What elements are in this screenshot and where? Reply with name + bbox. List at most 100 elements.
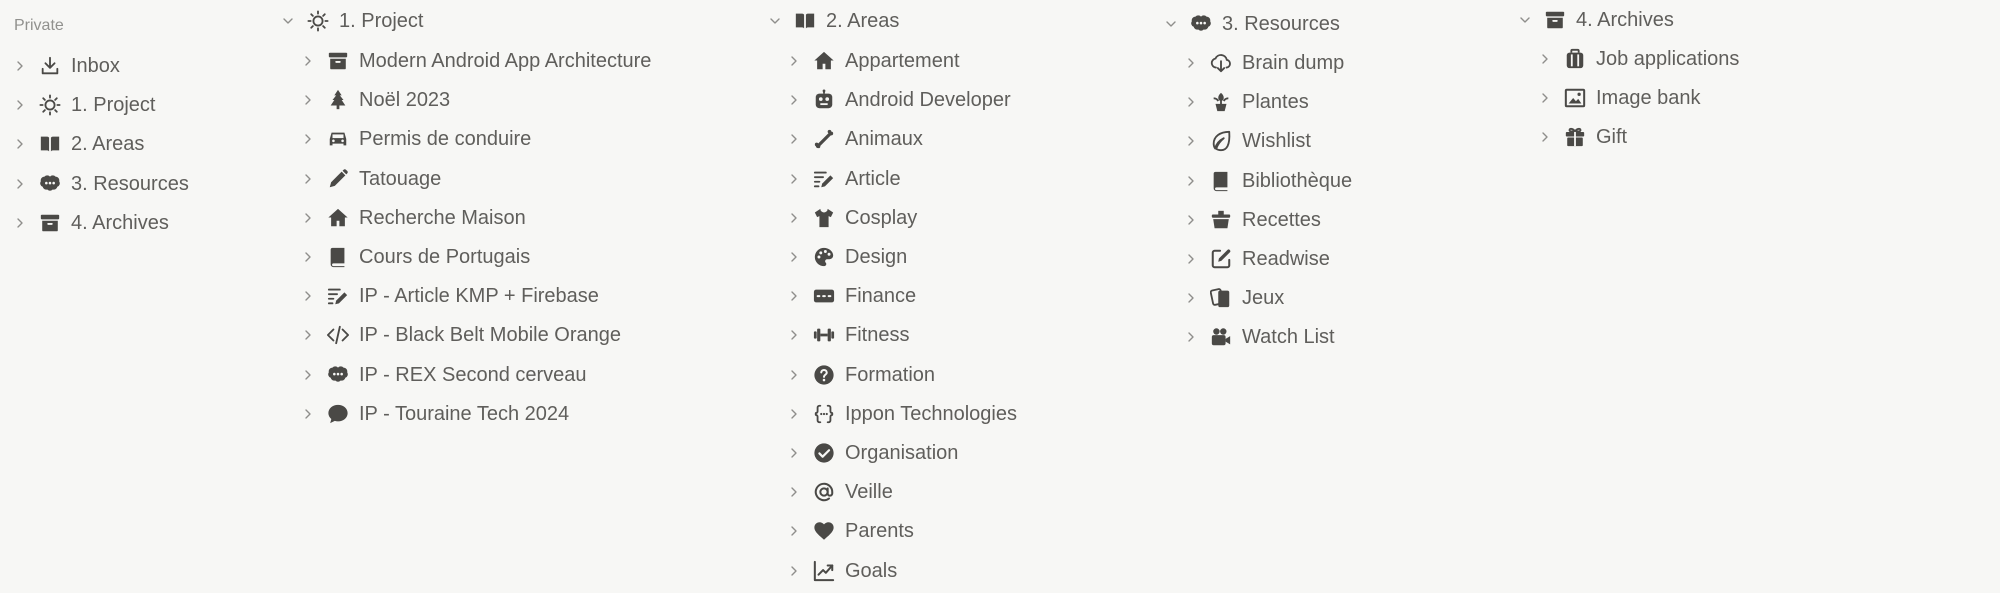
chevron-right-icon[interactable] (1537, 129, 1553, 145)
chevron-right-icon[interactable] (300, 327, 316, 343)
areas-item-10[interactable]: Organisation (786, 436, 958, 470)
areas-item-12-label: Parents (845, 520, 914, 543)
chevron-right-icon[interactable] (786, 249, 802, 265)
sidebar-item-2[interactable]: 2. Areas (12, 127, 144, 161)
suitcase-icon (1563, 47, 1587, 71)
chevron-right-icon[interactable] (1537, 90, 1553, 106)
chevron-right-icon[interactable] (1183, 290, 1199, 306)
chevron-right-icon[interactable] (786, 210, 802, 226)
chevron-right-icon[interactable] (786, 445, 802, 461)
areas-item-1[interactable]: Android Developer (786, 83, 1011, 117)
chevron-right-icon[interactable] (1183, 251, 1199, 267)
resources-item-7[interactable]: Watch List (1183, 320, 1335, 354)
chevron-right-icon[interactable] (786, 288, 802, 304)
project-item-8[interactable]: IP - REX Second cerveau (300, 358, 587, 392)
chevron-right-icon[interactable] (786, 131, 802, 147)
chevron-right-icon[interactable] (12, 215, 28, 231)
chevron-down-icon[interactable] (280, 13, 296, 29)
resources-item-4[interactable]: Recettes (1183, 203, 1321, 237)
chevron-right-icon[interactable] (786, 171, 802, 187)
project-item-9[interactable]: IP - Touraine Tech 2024 (300, 397, 569, 431)
chevron-right-icon[interactable] (300, 92, 316, 108)
chevron-down-icon[interactable] (1517, 12, 1533, 28)
resources-item-3[interactable]: Bibliothèque (1183, 164, 1352, 198)
areas-item-0[interactable]: Appartement (786, 44, 960, 78)
chevron-right-icon[interactable] (12, 58, 28, 74)
chevron-right-icon[interactable] (1183, 212, 1199, 228)
chevron-right-icon[interactable] (1183, 329, 1199, 345)
sidebar-item-1-label: 1. Project (71, 94, 156, 117)
chevron-right-icon[interactable] (12, 136, 28, 152)
resources-item-5[interactable]: Readwise (1183, 242, 1330, 276)
project-item-2[interactable]: Permis de conduire (300, 122, 531, 156)
project-item-1[interactable]: Noël 2023 (300, 83, 450, 117)
areas-item-8[interactable]: Formation (786, 358, 935, 392)
chevron-right-icon[interactable] (786, 484, 802, 500)
archives-item-1[interactable]: Image bank (1537, 81, 1701, 115)
chevron-right-icon[interactable] (300, 131, 316, 147)
archives-header[interactable]: 4. Archives (1517, 3, 1674, 37)
book-icon (1209, 169, 1233, 193)
chevron-right-icon[interactable] (1537, 51, 1553, 67)
chevron-right-icon[interactable] (786, 327, 802, 343)
project-header[interactable]: 1. Project (280, 4, 423, 38)
areas-item-5[interactable]: Design (786, 240, 907, 274)
chevron-right-icon[interactable] (786, 523, 802, 539)
chevron-right-icon[interactable] (786, 53, 802, 69)
chevron-right-icon[interactable] (1183, 55, 1199, 71)
areas-header[interactable]: 2. Areas (767, 4, 899, 38)
areas-item-3[interactable]: Article (786, 162, 901, 196)
resources-header[interactable]: 3. Resources (1163, 7, 1340, 41)
chevron-down-icon[interactable] (1163, 16, 1179, 32)
chevron-right-icon[interactable] (300, 249, 316, 265)
resources-item-1[interactable]: Plantes (1183, 85, 1309, 119)
resources-item-0[interactable]: Brain dump (1183, 46, 1344, 80)
sidebar-item-4[interactable]: 4. Archives (12, 206, 169, 240)
gift-icon (1563, 125, 1587, 149)
chevron-right-icon[interactable] (1183, 94, 1199, 110)
chevron-right-icon[interactable] (300, 171, 316, 187)
chevron-right-icon[interactable] (786, 92, 802, 108)
chevron-down-icon[interactable] (767, 13, 783, 29)
chevron-right-icon[interactable] (12, 176, 28, 192)
chevron-right-icon[interactable] (300, 367, 316, 383)
chevron-right-icon[interactable] (300, 406, 316, 422)
chevron-right-icon[interactable] (300, 210, 316, 226)
chevron-right-icon[interactable] (786, 563, 802, 579)
chevron-right-icon[interactable] (1183, 173, 1199, 189)
chevron-right-icon[interactable] (300, 288, 316, 304)
chevron-right-icon[interactable] (786, 367, 802, 383)
archives-item-2[interactable]: Gift (1537, 120, 1627, 154)
project-item-0[interactable]: Modern Android App Architecture (300, 44, 651, 78)
resources-item-6[interactable]: Jeux (1183, 281, 1284, 315)
chevron-right-icon[interactable] (12, 97, 28, 113)
archives-item-2-label: Gift (1596, 126, 1628, 149)
areas-item-13[interactable]: Goals (786, 554, 897, 588)
archive-box-icon (38, 211, 62, 235)
sidebar-item-0[interactable]: Inbox (12, 49, 120, 83)
project-item-5[interactable]: Cours de Portugais (300, 240, 530, 274)
resources-item-2[interactable]: Wishlist (1183, 124, 1311, 158)
project-item-4[interactable]: Recherche Maison (300, 201, 526, 235)
archives-item-0[interactable]: Job applications (1537, 42, 1739, 76)
project-header-label: 1. Project (339, 10, 424, 32)
areas-item-9[interactable]: Ippon Technologies (786, 397, 1017, 431)
project-item-6[interactable]: IP - Article KMP + Firebase (300, 279, 599, 313)
areas-item-6[interactable]: Finance (786, 279, 916, 313)
brain-icon (38, 172, 62, 196)
sidebar-item-3[interactable]: 3. Resources (12, 167, 189, 201)
areas-item-12[interactable]: Parents (786, 514, 914, 548)
chevron-right-icon[interactable] (786, 406, 802, 422)
areas-item-5-label: Design (845, 246, 908, 268)
areas-item-11[interactable]: Veille (786, 475, 893, 509)
areas-item-2[interactable]: Animaux (786, 122, 923, 156)
project-item-3[interactable]: Tatouage (300, 162, 441, 196)
edit-square-icon (1209, 247, 1233, 271)
project-item-5-label: Cours de Portugais (359, 246, 531, 268)
areas-item-4[interactable]: Cosplay (786, 201, 917, 235)
chevron-right-icon[interactable] (1183, 133, 1199, 149)
areas-item-7[interactable]: Fitness (786, 318, 909, 352)
sidebar-item-1[interactable]: 1. Project (12, 88, 155, 122)
project-item-7[interactable]: IP - Black Belt Mobile Orange (300, 318, 621, 352)
chevron-right-icon[interactable] (300, 53, 316, 69)
